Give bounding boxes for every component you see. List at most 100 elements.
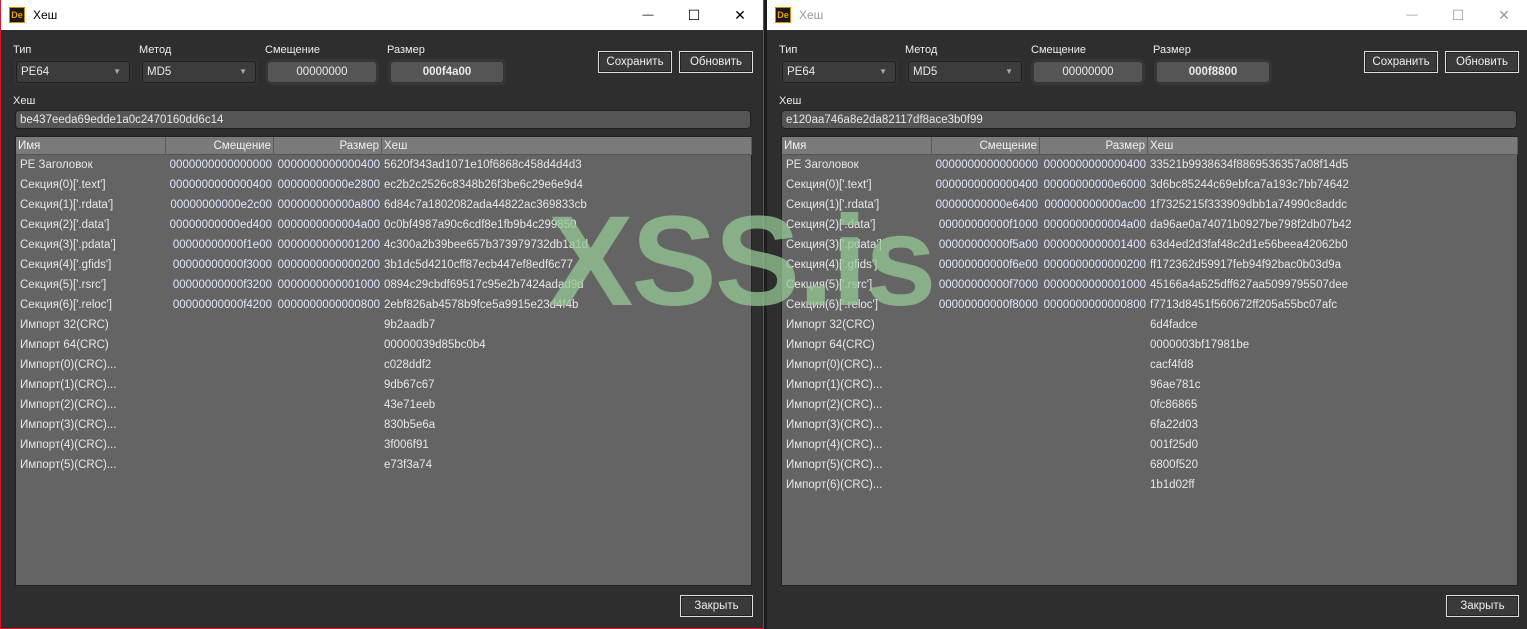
- table-row[interactable]: Импорт(2)(CRC)... 43e71eeb: [16, 395, 751, 415]
- hash-field[interactable]: e120aa746a8e2da82117df8ace3b0f99: [781, 110, 1517, 129]
- save-button[interactable]: Сохранить: [598, 51, 672, 73]
- chevron-down-icon: ▼: [239, 67, 247, 76]
- row-offset: 00000000000f1e00: [172, 239, 272, 251]
- table-row[interactable]: PE Заголовок 0000000000000000 000000000000…: [16, 155, 751, 175]
- table-row[interactable]: Импорт 32(CRC) 9b2aadb7: [16, 315, 751, 335]
- type-label: Тип: [779, 44, 798, 56]
- table-row[interactable]: Импорт(4)(CRC)... 3f006f91: [16, 435, 751, 455]
- row-hash: 3b1dc5d4210cff87ecb447ef8edf6c77: [384, 259, 574, 271]
- hash-label: Хеш: [13, 95, 36, 107]
- table-row[interactable]: Секция(4)['.gfids'] 00000000000f3000 00000…: [16, 255, 751, 275]
- row-size: 0000000000000200: [277, 259, 380, 271]
- window-title: Хеш: [33, 8, 58, 22]
- type-select[interactable]: PE64 ▼: [782, 61, 896, 83]
- table-row[interactable]: Импорт(2)(CRC)... 0fc86865: [782, 395, 1517, 415]
- row-offset: 0000000000000400: [935, 179, 1038, 191]
- offset-field[interactable]: 00000000: [1034, 62, 1142, 82]
- hash-field[interactable]: be437eeda69edde1a0c2470160dd6c14: [15, 110, 751, 129]
- close-button[interactable]: Закрыть: [680, 595, 753, 617]
- table-row[interactable]: Импорт(1)(CRC)... 96ae781c: [782, 375, 1517, 395]
- method-select[interactable]: MD5 ▼: [908, 61, 1022, 83]
- table-row[interactable]: Импорт 32(CRC) 6d4fadce: [782, 315, 1517, 335]
- offset-field[interactable]: 00000000: [268, 62, 376, 82]
- row-size: 0000000000000400: [277, 159, 380, 171]
- save-button[interactable]: Сохранить: [1364, 51, 1438, 73]
- table-row[interactable]: Секция(6)['.reloc'] 00000000000f8000 00000…: [782, 295, 1517, 315]
- row-size: 000000000000ac00: [1044, 199, 1146, 211]
- method-select[interactable]: MD5 ▼: [142, 61, 256, 83]
- type-select[interactable]: PE64 ▼: [16, 61, 130, 83]
- row-offset: 00000000000e6400: [935, 199, 1038, 211]
- column-header[interactable]: Смещение: [932, 137, 1040, 155]
- row-size: 0000000000000200: [1043, 259, 1146, 271]
- row-name: Импорт(5)(CRC)...: [786, 459, 883, 471]
- table-row[interactable]: Импорт(6)(CRC)... 1b1d02ff: [782, 475, 1517, 495]
- maximize-button[interactable]: ☐: [671, 0, 717, 30]
- table-row[interactable]: Импорт 64(CRC) 0000003bf17981be: [782, 335, 1517, 355]
- close-window-button[interactable]: ✕: [717, 0, 763, 30]
- table-row[interactable]: Секция(2)['.data'] 00000000000f1000 000000…: [782, 215, 1517, 235]
- table-row[interactable]: PE Заголовок 0000000000000000 000000000000…: [782, 155, 1517, 175]
- row-name: Секция(4)['.gfids']: [20, 259, 112, 271]
- table-row[interactable]: Импорт(5)(CRC)... e73f3a74: [16, 455, 751, 475]
- title-bar[interactable]: De Хеш — ☐ ✕: [1, 0, 763, 30]
- row-hash: 0894c29cbdf69517c95e2b7424adad9d: [384, 279, 584, 291]
- table-row[interactable]: Секция(0)['.text'] 0000000000000400 000000…: [782, 175, 1517, 195]
- method-value: MD5: [913, 66, 938, 78]
- row-name: Импорт(4)(CRC)...: [786, 439, 883, 451]
- size-field[interactable]: 000f8800: [1157, 62, 1269, 82]
- table-row[interactable]: Импорт(0)(CRC)... cacf4fd8: [782, 355, 1517, 375]
- row-hash: 43e71eeb: [384, 399, 436, 411]
- row-name: Секция(4)['.gfids']: [786, 259, 878, 271]
- table-row[interactable]: Импорт 64(CRC) 00000039d85bc0b4: [16, 335, 751, 355]
- table-row[interactable]: Секция(6)['.reloc'] 00000000000f4200 00000…: [16, 295, 751, 315]
- column-header[interactable]: Хеш: [1148, 137, 1518, 155]
- row-name: Импорт(2)(CRC)...: [786, 399, 883, 411]
- row-size: 0000000000004a00: [1043, 219, 1146, 231]
- table-row[interactable]: Импорт(3)(CRC)... 6fa22d03: [782, 415, 1517, 435]
- table-row[interactable]: Импорт(0)(CRC)... c028ddf2: [16, 355, 751, 375]
- minimize-button[interactable]: —: [625, 0, 671, 30]
- column-header[interactable]: Размер: [274, 137, 382, 155]
- close-window-button[interactable]: ✕: [1481, 0, 1527, 30]
- row-name: Секция(0)['.text']: [20, 179, 106, 191]
- table-row[interactable]: Импорт(4)(CRC)... 001f25d0: [782, 435, 1517, 455]
- table-row[interactable]: Секция(4)['.gfids'] 00000000000f6e00 00000…: [782, 255, 1517, 275]
- hash-table[interactable]: Имя Смещение Размер Хеш PE Заголовок 00000000…: [781, 136, 1518, 586]
- table-row[interactable]: Секция(3)['.pdata'] 00000000000f1e00 00000…: [16, 235, 751, 255]
- refresh-button[interactable]: Обновить: [679, 51, 753, 73]
- table-row[interactable]: Секция(1)['.rdata'] 00000000000e2c00 00000…: [16, 195, 751, 215]
- minimize-button[interactable]: —: [1389, 0, 1435, 30]
- table-row[interactable]: Секция(3)['.pdata'] 00000000000f5a00 00000…: [782, 235, 1517, 255]
- row-offset: 0000000000000400: [169, 179, 272, 191]
- row-size: 0000000000001000: [277, 279, 380, 291]
- window-title: Хеш: [799, 8, 824, 22]
- row-hash: ec2b2c2526c8348b26f3be6c29e6e9d4: [384, 179, 583, 191]
- row-hash: cacf4fd8: [1150, 359, 1194, 371]
- row-name: Импорт(4)(CRC)...: [20, 439, 117, 451]
- row-name: Секция(3)['.pdata']: [20, 239, 116, 251]
- size-field[interactable]: 000f4a00: [391, 62, 503, 82]
- title-bar[interactable]: De Хеш — ☐ ✕: [767, 0, 1527, 30]
- table-row[interactable]: Секция(5)['.rsrc'] 00000000000f7000 000000…: [782, 275, 1517, 295]
- close-button[interactable]: Закрыть: [1446, 595, 1519, 617]
- column-header[interactable]: Смещение: [166, 137, 274, 155]
- table-row[interactable]: Импорт(5)(CRC)... 6800f520: [782, 455, 1517, 475]
- maximize-button[interactable]: ☐: [1435, 0, 1481, 30]
- table-row[interactable]: Секция(1)['.rdata'] 00000000000e6400 00000…: [782, 195, 1517, 215]
- hash-table[interactable]: Имя Смещение Размер Хеш PE Заголовок 00000000…: [15, 136, 752, 586]
- refresh-button[interactable]: Обновить: [1445, 51, 1519, 73]
- column-header[interactable]: Имя: [782, 137, 932, 155]
- table-row[interactable]: Секция(2)['.data'] 00000000000ed400 000000…: [16, 215, 751, 235]
- row-hash: 6d84c7a1802082ada44822ac369833cb: [384, 199, 587, 211]
- column-header[interactable]: Имя: [16, 137, 166, 155]
- row-offset: 00000000000f6e00: [938, 259, 1038, 271]
- column-header[interactable]: Размер: [1040, 137, 1148, 155]
- table-row[interactable]: Импорт(1)(CRC)... 9db67c67: [16, 375, 751, 395]
- table-row[interactable]: Секция(0)['.text'] 0000000000000400 000000…: [16, 175, 751, 195]
- column-header[interactable]: Хеш: [382, 137, 752, 155]
- table-row[interactable]: Секция(5)['.rsrc'] 00000000000f3200 000000…: [16, 275, 751, 295]
- table-row[interactable]: Импорт(3)(CRC)... 830b5e6a: [16, 415, 751, 435]
- chevron-down-icon: ▼: [113, 67, 121, 76]
- row-hash: 4c300a2b39bee657b373979732db1a1d: [384, 239, 589, 251]
